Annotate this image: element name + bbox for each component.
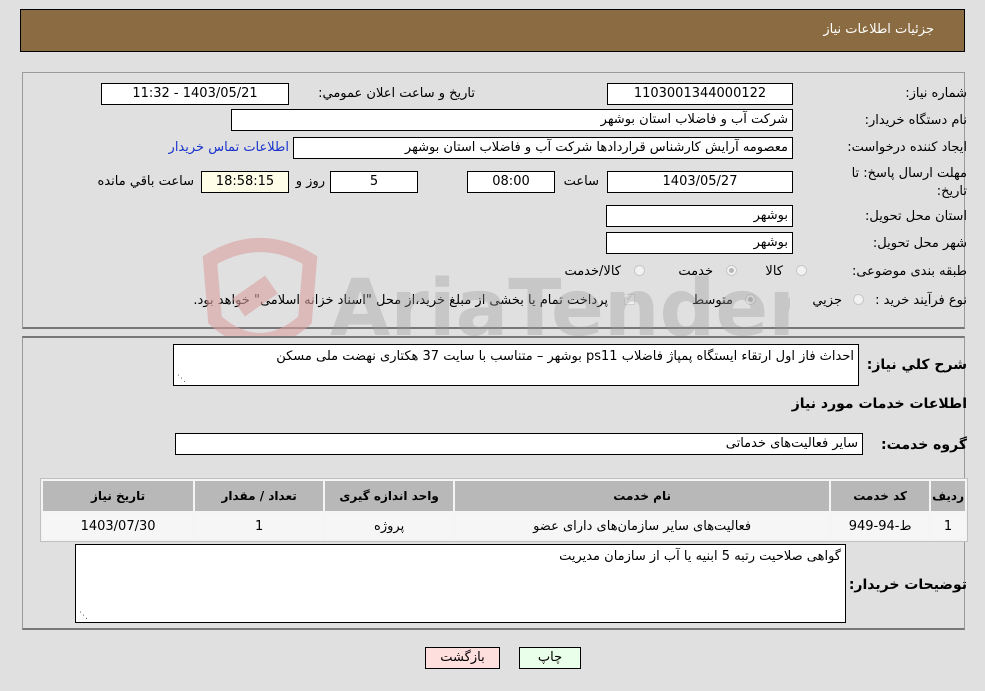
treasury-note: پرداخت تمام یا بخشی از مبلغ خرید،از محل … bbox=[193, 293, 608, 308]
category-option-service: خدمت bbox=[678, 264, 713, 279]
column-header-quantity: تعداد / مقدار bbox=[195, 481, 324, 511]
cell-row-number: 1 bbox=[931, 513, 965, 539]
purchase-type-option-medium: متوسط bbox=[692, 293, 733, 308]
cell-quantity: 1 bbox=[195, 513, 324, 539]
services-heading: اطلاعات خدمات مورد نیاز bbox=[791, 396, 967, 412]
announce-datetime-label: تاریخ و ساعت اعلان عمومي: bbox=[318, 86, 475, 101]
buyer-org-label: نام دستگاه خریدار: bbox=[864, 113, 967, 128]
deadline-time-field: 08:00 bbox=[467, 171, 555, 193]
service-group-field: سایر فعالیت‌های خدماتی bbox=[175, 433, 863, 455]
column-header-service-code: کد خدمت bbox=[831, 481, 930, 511]
category-label: طبقه بندی موضوعی: bbox=[851, 264, 967, 279]
description-label: شرح کلي نیاز: bbox=[866, 357, 967, 373]
category-radio-goods-service[interactable] bbox=[634, 265, 645, 276]
deadline-time-label: ساعت bbox=[563, 174, 599, 189]
description-text: احداث فاز اول ارتقاء ایستگاه پمپاژ فاضلا… bbox=[276, 349, 854, 364]
delivery-city-field: بوشهر bbox=[606, 232, 793, 254]
print-button[interactable]: چاپ bbox=[519, 647, 581, 669]
category-radio-goods[interactable] bbox=[796, 265, 807, 276]
buyer-notes-label: توضیحات خریدار: bbox=[848, 577, 967, 593]
purchase-type-radio-minor[interactable] bbox=[853, 294, 864, 305]
need-number-label: شماره نیاز: bbox=[905, 86, 967, 101]
purchase-type-option-minor: جزيي bbox=[812, 293, 842, 308]
requester-field: معصومه آرایش کارشناس قراردادها شرکت آب و… bbox=[293, 137, 793, 159]
description-textarea[interactable]: احداث فاز اول ارتقاء ایستگاه پمپاژ فاضلا… bbox=[173, 344, 859, 386]
table-header-row: ردیف کد خدمت نام خدمت واحد اندازه گیری ت… bbox=[43, 481, 965, 511]
column-header-row-number: ردیف bbox=[931, 481, 965, 511]
service-group-label: گروه خدمت: bbox=[881, 437, 967, 453]
announce-datetime-field: 1403/05/21 - 11:32 bbox=[101, 83, 289, 105]
resize-grip-icon[interactable]: ⋰ bbox=[176, 374, 186, 384]
requester-label: ایجاد کننده درخواست: bbox=[847, 140, 967, 155]
buyer-notes-text: گواهی صلاحیت رتبه 5 ابنیه یا آب از سازما… bbox=[559, 549, 841, 564]
column-header-unit: واحد اندازه گیری bbox=[325, 481, 454, 511]
table-row: 1 ط-94-949 فعالیت‌های سایر سازمان‌های دا… bbox=[43, 513, 965, 539]
need-number-field: 1103001344000122 bbox=[607, 83, 793, 105]
category-option-goods: کالا bbox=[765, 264, 783, 279]
time-remaining-label: ساعت باقي مانده bbox=[97, 174, 194, 189]
deadline-label: مهلت ارسال پاسخ: تا تاریخ: bbox=[851, 166, 967, 199]
page-title: جزئیات اطلاعات نیاز bbox=[823, 22, 934, 37]
time-remaining-field: 18:58:15 bbox=[201, 171, 289, 193]
purchase-type-radio-medium[interactable] bbox=[745, 294, 756, 305]
cell-service-name: فعالیت‌های سایر سازمان‌های دارای عضو bbox=[455, 513, 830, 539]
days-label: روز و bbox=[295, 174, 325, 189]
cell-unit: پروژه bbox=[325, 513, 454, 539]
buyer-org-field: شرکت آب و فاضلاب استان بوشهر bbox=[231, 109, 793, 131]
cell-need-date: 1403/07/30 bbox=[43, 513, 194, 539]
page-header: جزئیات اطلاعات نیاز bbox=[20, 9, 965, 52]
treasury-checkbox[interactable]: ✓ bbox=[624, 294, 635, 305]
buyer-contact-link[interactable]: اطلاعات تماس خریدار bbox=[169, 140, 289, 155]
buyer-notes-textarea[interactable]: گواهی صلاحیت رتبه 5 ابنیه یا آب از سازما… bbox=[75, 544, 846, 623]
delivery-province-label: استان محل تحویل: bbox=[865, 209, 967, 224]
delivery-city-label: شهر محل تحویل: bbox=[872, 236, 967, 251]
deadline-date-field: 1403/05/27 bbox=[607, 171, 793, 193]
days-remaining-field: 5 bbox=[330, 171, 418, 193]
column-header-need-date: تاریخ نیاز bbox=[43, 481, 194, 511]
category-option-goods-service: کالا/خدمت bbox=[564, 264, 621, 279]
resize-grip-icon[interactable]: ⋰ bbox=[78, 611, 88, 621]
column-header-service-name: نام خدمت bbox=[455, 481, 830, 511]
cell-service-code: ط-94-949 bbox=[831, 513, 930, 539]
delivery-province-field: بوشهر bbox=[606, 205, 793, 227]
back-button[interactable]: بازگشت bbox=[425, 647, 500, 669]
purchase-type-label: نوع فرآیند خرید : bbox=[875, 293, 967, 308]
services-table: ردیف کد خدمت نام خدمت واحد اندازه گیری ت… bbox=[40, 478, 968, 542]
category-radio-service[interactable] bbox=[726, 265, 737, 276]
